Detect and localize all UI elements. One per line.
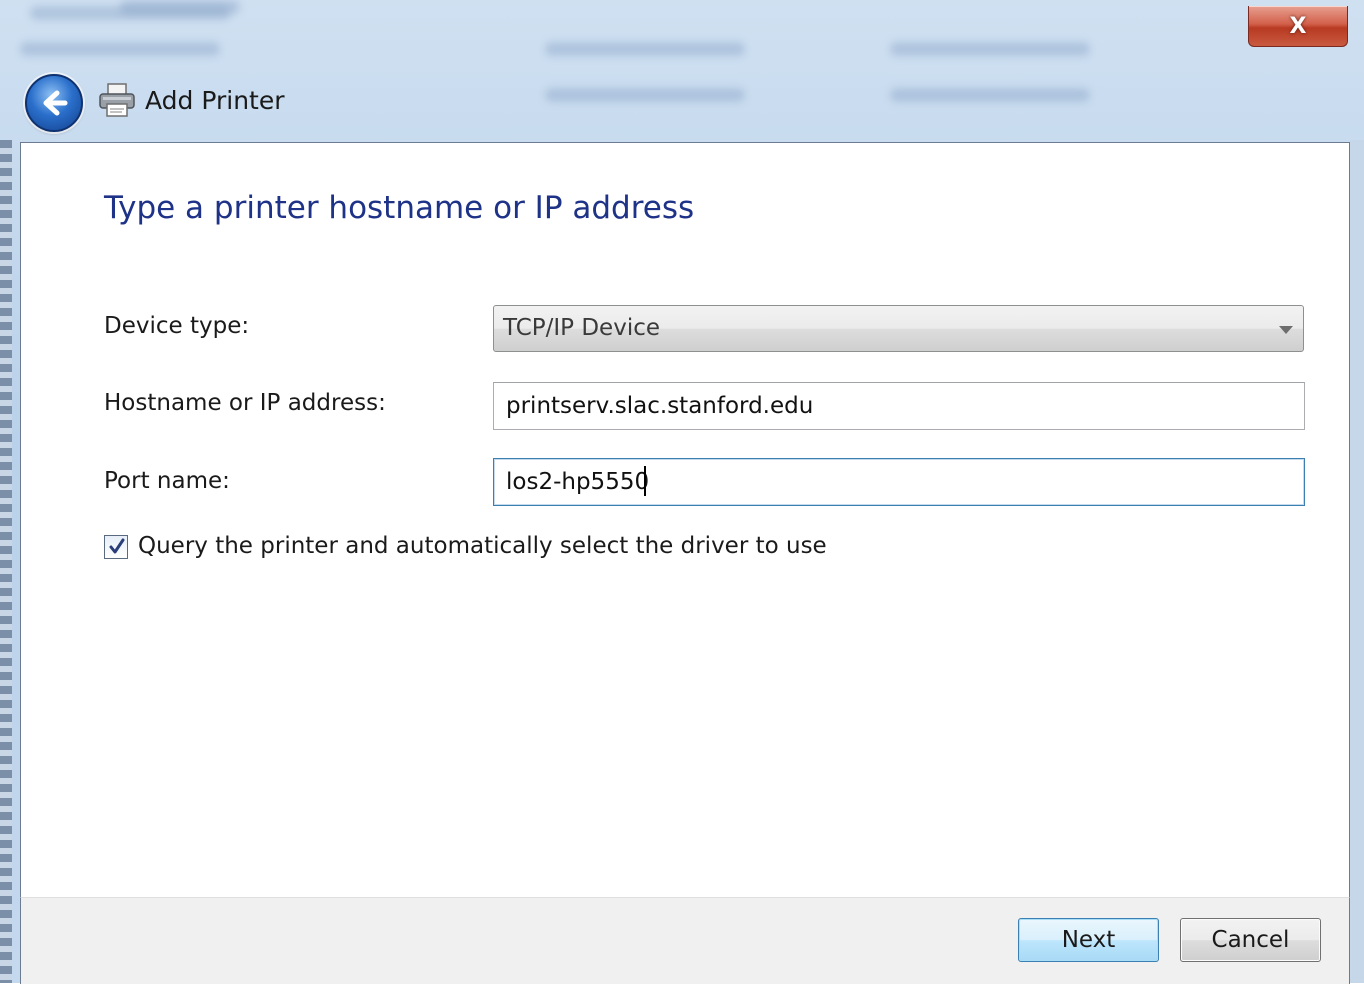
blurred-background-text	[545, 88, 745, 102]
chevron-down-icon	[1279, 326, 1293, 334]
blurred-background-text	[20, 42, 220, 56]
device-type-value: TCP/IP Device	[503, 315, 661, 341]
hostname-input[interactable]	[493, 382, 1305, 430]
blurred-background-text	[120, 0, 240, 14]
printer-icon	[99, 83, 135, 117]
back-arrow-icon	[43, 90, 68, 116]
back-button[interactable]	[25, 74, 83, 132]
close-icon: X	[1289, 13, 1307, 39]
port-name-input[interactable]	[493, 458, 1305, 506]
hostname-label: Hostname or IP address:	[104, 390, 386, 416]
window-left-edge	[0, 140, 12, 983]
query-printer-label[interactable]: Query the printer and automatically sele…	[138, 533, 827, 559]
blurred-background-text	[890, 42, 1090, 56]
window-right-edge	[1350, 140, 1364, 983]
window-title: Add Printer	[145, 86, 285, 115]
close-button[interactable]: X	[1248, 6, 1348, 47]
text-cursor	[644, 466, 646, 496]
device-type-label: Device type:	[104, 313, 250, 339]
blurred-background-text	[890, 88, 1090, 102]
blurred-background-text	[545, 42, 745, 56]
port-name-label: Port name:	[104, 468, 230, 494]
page-heading: Type a printer hostname or IP address	[104, 190, 695, 226]
cancel-button[interactable]: Cancel	[1180, 918, 1321, 962]
checkmark-icon	[109, 538, 125, 554]
device-type-dropdown[interactable]: TCP/IP Device	[493, 305, 1304, 352]
wizard-content-panel	[20, 142, 1350, 898]
query-printer-checkbox[interactable]	[104, 535, 128, 559]
next-button[interactable]: Next	[1018, 918, 1159, 962]
